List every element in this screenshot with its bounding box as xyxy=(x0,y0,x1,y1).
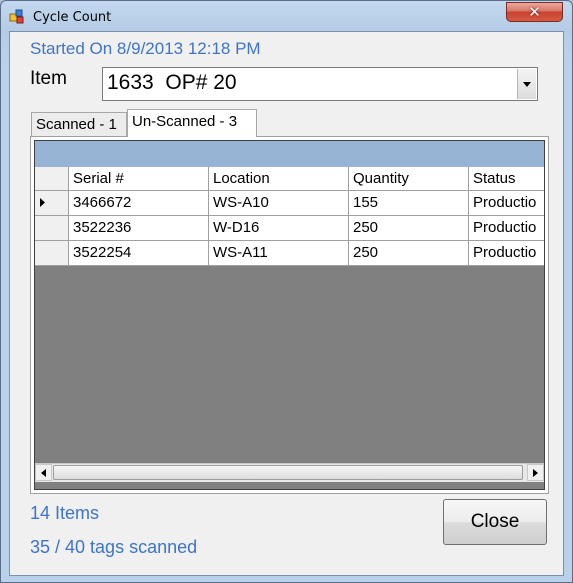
close-window-icon: ✕ xyxy=(528,3,541,21)
item-label: Item xyxy=(30,68,67,89)
item-dropdown-button[interactable] xyxy=(517,69,536,99)
cell-location[interactable]: WS-A10 xyxy=(209,191,349,216)
title-bar[interactable]: Cycle Count ✕ xyxy=(1,1,572,31)
item-combobox[interactable]: 1633 OP# 20 xyxy=(102,67,538,101)
scrollbar-thumb[interactable] xyxy=(53,465,523,480)
column-header-quantity[interactable]: Quantity xyxy=(349,167,469,191)
scroll-right-button[interactable] xyxy=(527,464,544,481)
row-pointer-icon xyxy=(40,198,45,207)
cycle-count-window: Cycle Count ✕ Started On 8/9/2013 12:18 … xyxy=(0,0,573,583)
cell-status[interactable]: Productio xyxy=(469,241,544,266)
cell-serial[interactable]: 3522254 xyxy=(69,241,209,266)
column-header-location[interactable]: Location xyxy=(209,167,349,191)
cell-serial[interactable]: 3522236 xyxy=(69,216,209,241)
client-area: Started On 8/9/2013 12:18 PM Item 1633 O… xyxy=(9,31,564,576)
horizontal-scrollbar[interactable] xyxy=(35,463,544,482)
scroll-left-icon xyxy=(41,469,46,477)
tags-scanned-label: 35 / 40 tags scanned xyxy=(30,537,198,557)
started-on-label: Started On 8/9/2013 12:18 PM xyxy=(30,39,261,58)
cell-serial[interactable]: 3466672 xyxy=(69,191,209,216)
scroll-left-button[interactable] xyxy=(35,464,52,481)
row-header[interactable] xyxy=(35,191,69,216)
cell-quantity[interactable]: 155 xyxy=(349,191,469,216)
cell-location[interactable]: W-D16 xyxy=(209,216,349,241)
column-header-serial[interactable]: Serial # xyxy=(69,167,209,191)
close-window-button[interactable]: ✕ xyxy=(506,2,563,22)
item-combobox-value: 1633 OP# 20 xyxy=(107,71,237,94)
tab-un-scanned[interactable]: Un-Scanned - 3 xyxy=(127,109,257,137)
row-header[interactable] xyxy=(35,241,69,266)
cell-location[interactable]: WS-A11 xyxy=(209,241,349,266)
table-row[interactable]: 3466672 WS-A10 155 Productio xyxy=(35,191,544,216)
scroll-right-icon xyxy=(533,469,538,477)
table-row[interactable]: 3522254 WS-A11 250 Productio xyxy=(35,241,544,266)
table-row[interactable]: 3522236 W-D16 250 Productio xyxy=(35,216,544,241)
grid-header-row: Serial # Location Quantity Status xyxy=(35,167,544,191)
cell-quantity[interactable]: 250 xyxy=(349,241,469,266)
row-header[interactable] xyxy=(35,216,69,241)
cell-quantity[interactable]: 250 xyxy=(349,216,469,241)
tab-scanned[interactable]: Scanned - 1 xyxy=(31,112,127,136)
cell-status[interactable]: Productio xyxy=(469,216,544,241)
window-title: Cycle Count xyxy=(33,10,112,25)
grid-caption-bar xyxy=(35,141,544,167)
unscanned-grid[interactable]: Serial # Location Quantity Status 346667… xyxy=(34,140,545,490)
grid-corner-header[interactable] xyxy=(35,167,69,191)
tab-page-un-scanned: Serial # Location Quantity Status 346667… xyxy=(30,136,549,494)
items-count-label: 14 Items xyxy=(30,503,100,523)
cell-status[interactable]: Productio xyxy=(469,191,544,216)
close-button[interactable]: Close xyxy=(443,499,547,545)
dropdown-arrow-icon xyxy=(523,82,531,87)
column-header-status[interactable]: Status xyxy=(469,167,544,191)
app-icon xyxy=(9,9,25,25)
